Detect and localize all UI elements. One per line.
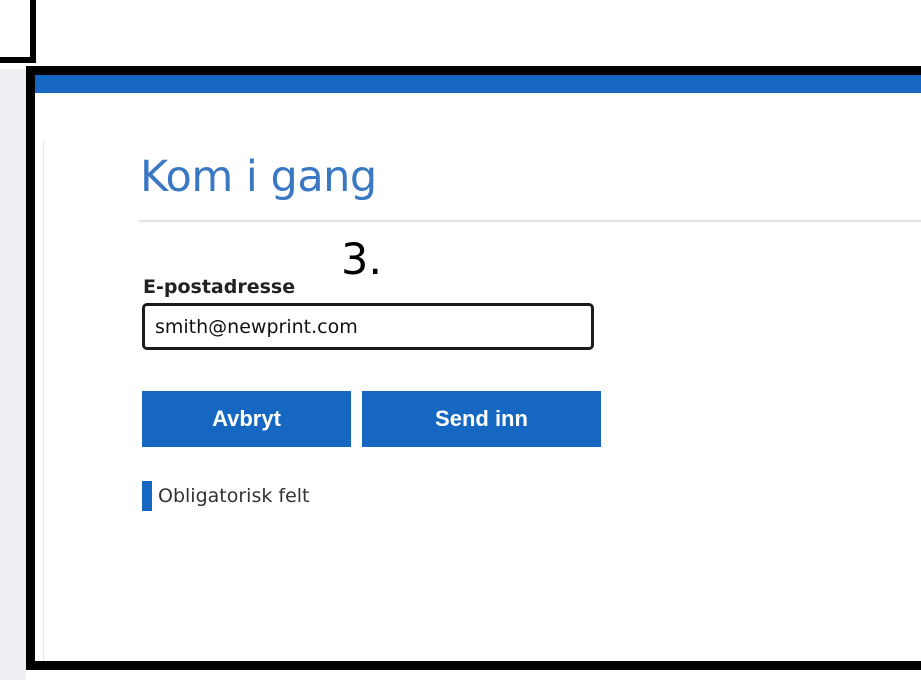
step-number-annotation: 3.: [341, 235, 383, 285]
required-field-note: Obligatorisk felt: [142, 481, 310, 511]
email-field[interactable]: [142, 303, 594, 350]
content-divider: [43, 141, 44, 661]
header-accent-bar: [35, 75, 921, 93]
page-title: Kom i gang: [140, 152, 377, 202]
previous-panel-edge: [0, 0, 36, 63]
required-indicator: [142, 481, 152, 511]
title-separator: [139, 220, 921, 222]
dialog-frame: Kom i gang 3. E-postadresse Avbryt Send …: [26, 66, 921, 670]
cancel-button[interactable]: Avbryt: [142, 391, 351, 447]
left-sidebar-strip: [0, 69, 26, 680]
submit-button[interactable]: Send inn: [362, 391, 601, 447]
email-label: E-postadresse: [143, 276, 296, 298]
required-field-text: Obligatorisk felt: [158, 485, 310, 507]
